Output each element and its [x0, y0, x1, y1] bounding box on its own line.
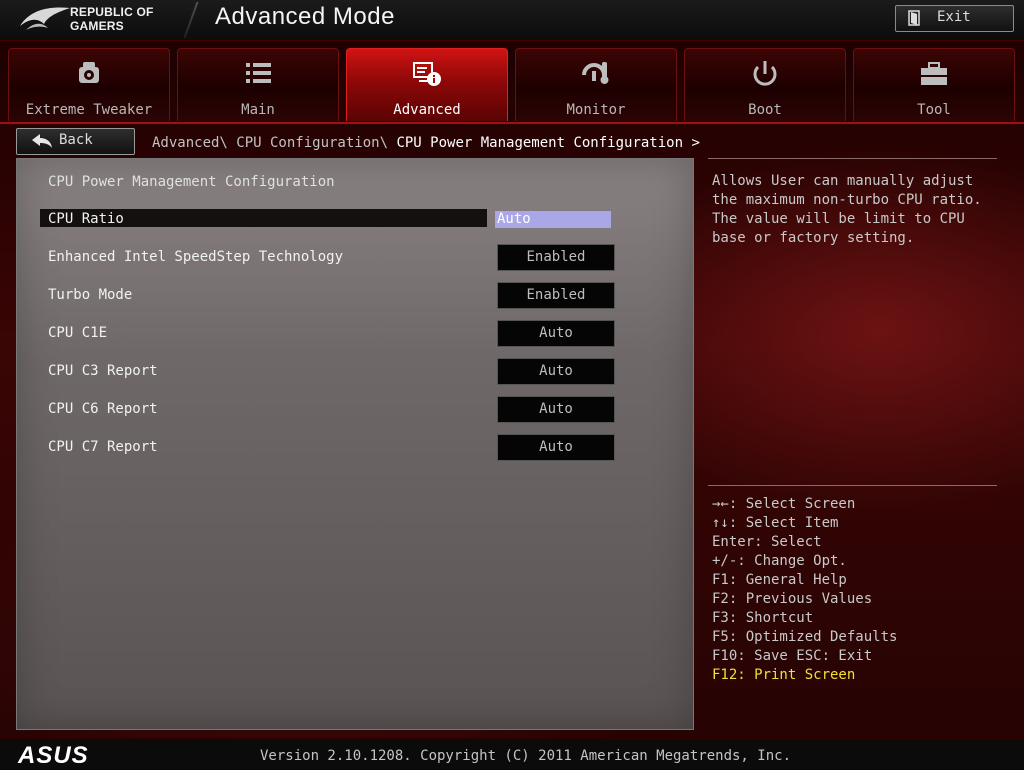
power-icon: [753, 61, 777, 86]
tab-label: Main: [241, 102, 275, 118]
tab-main[interactable]: Main: [177, 48, 339, 121]
tab-monitor[interactable]: Monitor: [515, 48, 677, 121]
help-top-divider: [708, 158, 997, 159]
tab-advanced[interactable]: Advanced: [346, 48, 508, 121]
settings-panel: CPU Power Management Configuration CPU R…: [16, 158, 694, 730]
setting-value-cpu-c3-report[interactable]: Auto: [497, 358, 615, 385]
setting-value-cpu-c6-report[interactable]: Auto: [497, 396, 615, 423]
key-hint: Enter: Select: [712, 534, 822, 550]
breadcrumb: Advanced\ CPU Configuration\ CPU Power M…: [152, 135, 700, 151]
setting-label-cpu-c6-report[interactable]: CPU C6 Report: [48, 401, 158, 417]
version-text: Version 2.10.1208. Copyright (C) 2011 Am…: [260, 748, 792, 764]
rog-eye-logo-icon: [20, 7, 70, 30]
back-arrow-icon: [32, 134, 52, 148]
tab-tool[interactable]: Tool: [853, 48, 1015, 121]
tab-label: Boot: [748, 102, 782, 118]
tab-underline: [0, 122, 1024, 124]
tab-bar: Extreme Tweaker Main Advanced Monitor Bo…: [0, 48, 1024, 122]
setting-value-cpu-c1e[interactable]: Auto: [497, 320, 615, 347]
key-hint-print-screen: F12: Print Screen: [712, 667, 856, 683]
help-text: Allows User can manually adjust the maxi…: [712, 173, 982, 246]
brand-line-2: GAMERS: [70, 19, 124, 33]
advanced-info-icon: [413, 62, 441, 86]
setting-label-cpu-c3-report[interactable]: CPU C3 Report: [48, 363, 158, 379]
asus-logo: ASUS: [18, 742, 89, 769]
key-hint: F10: Save ESC: Exit: [712, 648, 873, 664]
exit-label: Exit: [937, 9, 971, 25]
key-hint: ↑↓: Select Item: [712, 515, 839, 531]
tab-extreme-tweaker[interactable]: Extreme Tweaker: [8, 48, 170, 121]
brand-line-1: REPUBLIC OF: [70, 5, 154, 19]
breadcrumb-current: CPU Power Management Configuration >: [396, 135, 700, 151]
tab-boot[interactable]: Boot: [684, 48, 846, 121]
key-hint: F5: Optimized Defaults: [712, 629, 898, 645]
panel-title: CPU Power Management Configuration: [48, 174, 335, 190]
setting-value-cpu-ratio[interactable]: Auto: [495, 211, 611, 228]
setting-value-cpu-c7-report[interactable]: Auto: [497, 434, 615, 461]
setting-label-cpu-c7-report[interactable]: CPU C7 Report: [48, 439, 158, 455]
setting-label-turbo-mode[interactable]: Turbo Mode: [48, 287, 132, 303]
keys-divider: [708, 485, 997, 486]
setting-value-speedstep[interactable]: Enabled: [497, 244, 615, 271]
key-hint: F3: Shortcut: [712, 610, 814, 626]
title-bar: REPUBLIC OF GAMERS Advanced Mode Exit: [0, 0, 1024, 41]
tab-label: Advanced: [393, 102, 461, 118]
key-hint: F1: General Help: [712, 572, 847, 588]
title-separator: [183, 2, 199, 38]
exit-door-icon: [908, 10, 920, 26]
breadcrumb-path[interactable]: Advanced\ CPU Configuration\: [152, 135, 396, 151]
back-button[interactable]: Back: [16, 128, 135, 155]
mode-title: Advanced Mode: [215, 3, 395, 30]
tab-label: Extreme Tweaker: [25, 102, 153, 118]
footer: ASUS Version 2.10.1208. Copyright (C) 20…: [0, 738, 1024, 769]
key-hint: F2: Previous Values: [712, 591, 873, 607]
tab-label: Monitor: [566, 102, 626, 118]
key-hint: →←: Select Screen: [712, 496, 856, 512]
setting-value-turbo-mode[interactable]: Enabled: [497, 282, 615, 309]
key-legend: →←: Select Screen ↑↓: Select Item Enter:…: [712, 495, 897, 685]
list-icon: [246, 63, 271, 83]
brand-text: REPUBLIC OF GAMERS: [70, 5, 154, 33]
setting-label-cpu-c1e[interactable]: CPU C1E: [48, 325, 107, 341]
setting-label-cpu-ratio[interactable]: CPU Ratio: [48, 211, 124, 227]
back-label: Back: [59, 132, 93, 148]
exit-button[interactable]: Exit: [895, 5, 1014, 32]
key-hint: +/-: Change Opt.: [712, 553, 847, 569]
tab-label: Tool: [917, 102, 951, 118]
tweaker-icon: [79, 62, 99, 83]
monitor-thermometer-icon: [582, 62, 609, 84]
setting-label-speedstep[interactable]: Enhanced Intel SpeedStep Technology: [48, 249, 343, 265]
toolbox-icon: [921, 62, 947, 85]
